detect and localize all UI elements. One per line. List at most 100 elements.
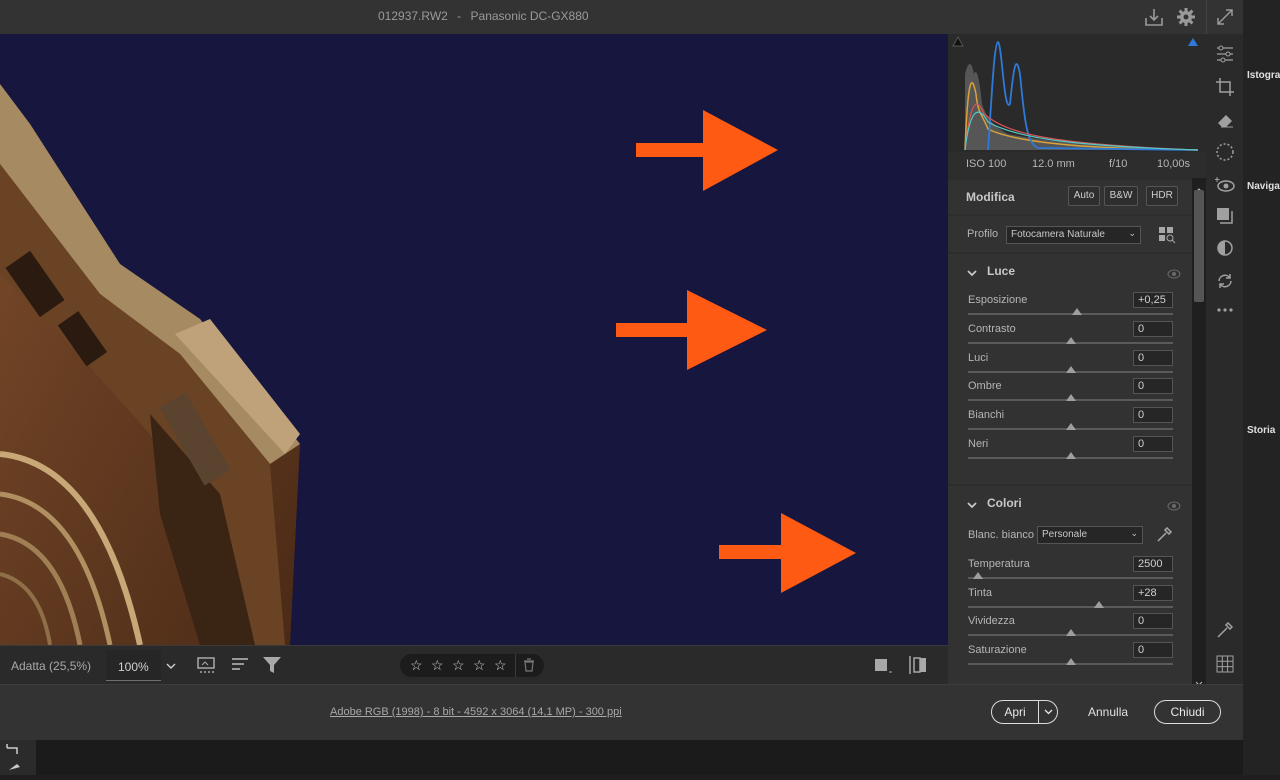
open-options-chevron-icon[interactable] [1039, 701, 1058, 723]
slider-value-field[interactable]: 0 [1133, 641, 1173, 658]
close-button[interactable]: Chiudi [1154, 700, 1221, 724]
panel-scrollbar[interactable] [1192, 178, 1206, 686]
edit-sliders-icon[interactable] [1215, 44, 1235, 64]
star-4-icon[interactable]: ☆ [473, 658, 487, 672]
profile-select[interactable]: Fotocamera Naturale ⌄ [1006, 226, 1141, 244]
download-icon[interactable] [1143, 6, 1165, 28]
scrollbar-thumb[interactable] [1194, 190, 1204, 302]
slider-label: Luci [968, 351, 989, 364]
slider-value-field[interactable]: 0 [1133, 436, 1173, 452]
annotation-arrows [616, 110, 856, 593]
filmstrip-icon[interactable] [196, 654, 218, 676]
slider-thumb[interactable] [1071, 308, 1082, 315]
profile-browser-icon[interactable] [1158, 226, 1176, 244]
zoom-level-field[interactable]: 100% [106, 650, 161, 681]
more-options-icon[interactable] [1215, 300, 1235, 320]
zoom-dropdown-chevron-icon[interactable] [163, 656, 179, 676]
luce-section: Luce Esposizione +0,25 Contrasto 0 Luci 0 Ombr… [948, 254, 1192, 484]
edit-panel: ISO 100 12.0 mm f/10 10,00s Modifica Aut… [948, 34, 1206, 684]
storia-label: Storia [1247, 425, 1276, 436]
slider-track[interactable] [968, 313, 1173, 315]
photo-preview[interactable] [0, 34, 948, 645]
colori-section: Colori Blanc. bianco Personale ⌄ Tempera… [948, 486, 1192, 684]
expand-icon[interactable] [1214, 6, 1236, 28]
luce-slider-bianchi[interactable]: Bianchi 0 [968, 407, 1173, 437]
luce-collapse-chevron-icon[interactable] [966, 266, 978, 284]
colori-slider-temperatura[interactable]: Temperatura 2500 [968, 556, 1173, 586]
sort-icon[interactable] [230, 654, 252, 676]
colori-slider-vividezza[interactable]: Vividezza 0 [968, 613, 1173, 643]
colori-collapse-chevron-icon[interactable] [966, 498, 978, 516]
slider-value-field[interactable]: +0,25 [1133, 292, 1173, 308]
colori-slider-tinta[interactable]: Tinta +28 [968, 584, 1173, 615]
sync-icon[interactable] [1215, 271, 1235, 291]
slider-value-field[interactable]: 2500 [1133, 556, 1173, 572]
star-rating[interactable]: ☆ ☆ ☆ ☆ ☆ [400, 654, 544, 677]
grid-overlay-icon[interactable] [1215, 654, 1235, 674]
luce-slider-contrasto[interactable]: Contrasto 0 [968, 320, 1173, 351]
before-after-split-icon[interactable] [908, 654, 930, 676]
hdr-button[interactable]: HDR [1146, 186, 1178, 206]
star-3-icon[interactable]: ☆ [452, 658, 466, 672]
before-after-single-icon[interactable] [872, 654, 894, 676]
iso-value: ISO 100 [966, 158, 1007, 170]
exif-info: ISO 100 12.0 mm f/10 10,00s [948, 152, 1206, 178]
star-5-icon[interactable]: ☆ [494, 658, 508, 672]
snapshots-icon[interactable] [1215, 206, 1235, 226]
trash-icon[interactable] [522, 658, 536, 672]
slider-label: Neri [968, 438, 989, 450]
slider-thumb[interactable] [1065, 394, 1076, 402]
slider-value-field[interactable]: 0 [1133, 378, 1173, 395]
colori-slider-saturazione[interactable]: Saturazione 0 [968, 641, 1173, 672]
zoom-fit-button[interactable]: Adatta (25,5%) [11, 659, 91, 673]
bw-button[interactable]: B&W [1104, 186, 1138, 206]
tool-icon-bar [1206, 34, 1243, 684]
slider-value-field[interactable]: 0 [1133, 349, 1173, 366]
colori-title[interactable]: Colori [987, 496, 1022, 510]
sampler-eyedropper-icon[interactable] [1215, 620, 1235, 640]
luce-slider-ombre[interactable]: Ombre 0 [968, 378, 1173, 408]
star-1-icon[interactable]: ☆ [410, 658, 424, 672]
slider-thumb[interactable] [973, 572, 984, 579]
title-separator: - [457, 9, 462, 23]
open-button[interactable]: Apri [992, 701, 1038, 723]
workflow-options-link[interactable]: Adobe RGB (1998) - 8 bit - 4592 x 3064 (… [330, 706, 622, 718]
slider-track[interactable] [968, 605, 1173, 608]
slider-thumb[interactable] [1065, 452, 1076, 459]
luce-title[interactable]: Luce [987, 264, 1015, 278]
slider-track[interactable] [968, 577, 1173, 579]
masking-icon[interactable] [1215, 142, 1235, 162]
slider-thumb[interactable] [1065, 629, 1076, 636]
slider-thumb[interactable] [1065, 336, 1076, 344]
slider-label: Tinta [968, 586, 993, 599]
luce-slider-neri[interactable]: Neri 0 [968, 436, 1173, 466]
slider-value-field[interactable]: +28 [1133, 584, 1173, 601]
settings-gear-icon[interactable] [1175, 6, 1197, 28]
eyedropper-icon[interactable] [1155, 526, 1173, 549]
slider-value-field[interactable]: 0 [1133, 613, 1173, 629]
star-2-icon[interactable]: ☆ [431, 658, 445, 672]
red-eye-icon[interactable] [1214, 175, 1235, 195]
luce-slider-esposizione[interactable]: Esposizione +0,25 [968, 292, 1173, 322]
crop-tool-icon[interactable] [0, 740, 36, 775]
slider-label: Bianchi [968, 409, 1005, 422]
background-app-panel: Istogramma Navigatore Storia [1243, 0, 1280, 775]
luce-slider-luci[interactable]: Luci 0 [968, 349, 1173, 380]
slider-thumb[interactable] [1065, 423, 1076, 431]
auto-button[interactable]: Auto [1068, 186, 1100, 206]
crop-icon[interactable] [1215, 77, 1235, 97]
luce-visibility-eye-icon[interactable] [1167, 266, 1181, 284]
cancel-button[interactable]: Annulla [1088, 705, 1128, 719]
presets-icon[interactable] [1215, 238, 1235, 258]
slider-value-field[interactable]: 0 [1133, 320, 1173, 337]
filter-icon[interactable] [262, 654, 284, 676]
eraser-icon[interactable] [1215, 110, 1235, 130]
white-balance-select[interactable]: Personale ⌄ [1037, 526, 1143, 544]
slider-thumb[interactable] [1065, 365, 1076, 373]
slider-thumb[interactable] [1094, 600, 1105, 608]
chevron-down-icon: ⌄ [1128, 228, 1136, 238]
colori-visibility-eye-icon[interactable] [1167, 498, 1181, 516]
camera-model: Panasonic DC-GX880 [470, 9, 589, 23]
slider-thumb[interactable] [1065, 657, 1076, 665]
slider-value-field[interactable]: 0 [1133, 407, 1173, 424]
